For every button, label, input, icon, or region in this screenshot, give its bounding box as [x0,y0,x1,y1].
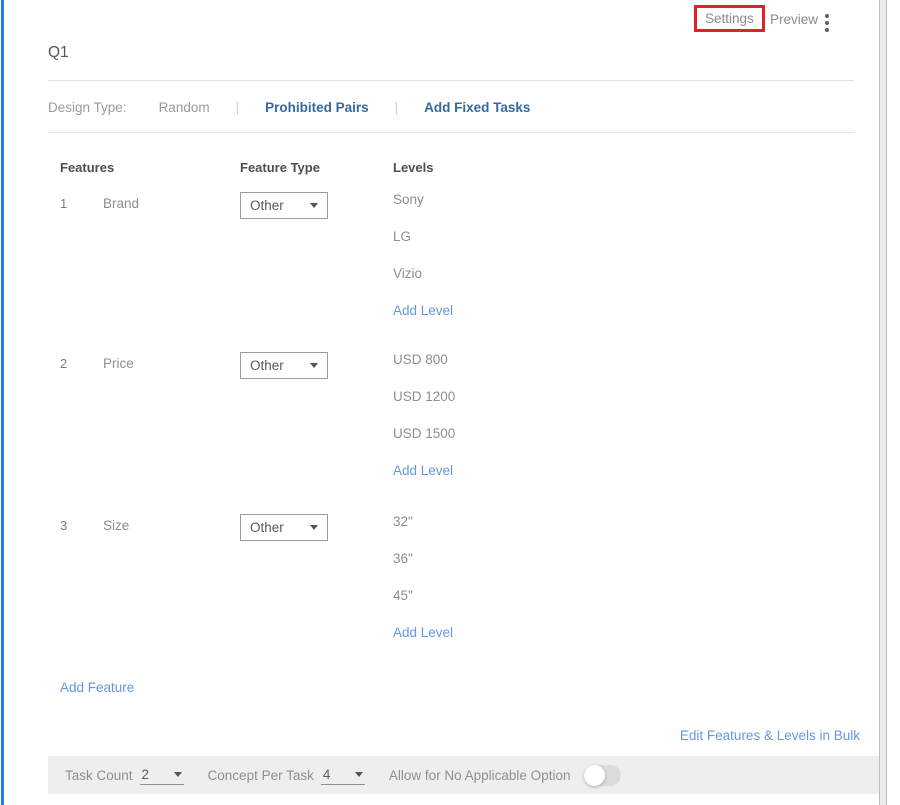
conjoint-question-editor: Settings Preview Q1 Design Type: Random … [0,0,900,805]
task-count-dropdown[interactable]: 2 [140,765,184,785]
level-value[interactable]: 45" [393,588,453,611]
feature-number: 3 [60,518,67,533]
feature-name-size[interactable]: Size [103,518,129,533]
level-value[interactable]: 36" [393,551,453,574]
no-applicable-option-label: Allow for No Applicable Option [389,768,571,783]
divider-line [48,132,854,133]
feature-name-price[interactable]: Price [103,356,134,371]
design-type-label: Design Type: [48,100,127,115]
kebab-dot [825,14,829,18]
option-divider: | [395,100,399,115]
add-feature-link[interactable]: Add Feature [60,680,134,695]
add-level-link[interactable]: Add Level [393,463,455,486]
no-applicable-option-toggle[interactable] [584,765,621,786]
question-title[interactable]: Q1 [48,44,69,62]
add-level-link[interactable]: Add Level [393,625,453,648]
task-settings-bar: Task Count 2 Concept Per Task 4 Allow fo… [48,756,879,794]
design-option-add-fixed-tasks[interactable]: Add Fixed Tasks [424,100,530,115]
concept-per-task-label: Concept Per Task [208,768,314,783]
feature-type-column-header: Feature Type [240,160,320,175]
dropdown-arrow-icon [355,772,363,777]
levels-list: Sony LG Vizio Add Level [393,192,453,340]
concept-per-task-value: 4 [323,767,331,782]
levels-column-header: Levels [393,160,433,175]
feature-type-dropdown[interactable]: Other [240,352,328,379]
concept-per-task-dropdown[interactable]: 4 [321,765,365,785]
level-value[interactable]: USD 1200 [393,389,455,412]
levels-list: 32" 36" 45" Add Level [393,514,453,662]
dropdown-arrow-icon [310,203,318,208]
dropdown-value: Other [250,520,284,535]
levels-list: USD 800 USD 1200 USD 1500 Add Level [393,352,455,500]
feature-number: 2 [60,356,67,371]
features-column-header: Features [60,160,114,175]
kebab-dot [825,28,829,32]
dropdown-value: Other [250,358,284,373]
option-divider: | [236,100,240,115]
feature-number: 1 [60,196,67,211]
level-value[interactable]: Vizio [393,266,453,289]
kebab-menu-icon[interactable] [823,12,831,34]
kebab-dot [825,21,829,25]
dropdown-value: Other [250,198,284,213]
feature-type-dropdown[interactable]: Other [240,514,328,541]
design-option-prohibited-pairs[interactable]: Prohibited Pairs [265,100,369,115]
task-count-label: Task Count [65,768,133,783]
level-value[interactable]: 32" [393,514,453,537]
level-value[interactable]: USD 1500 [393,426,455,449]
annotation-highlight-box: Settings [694,5,765,32]
dropdown-arrow-icon [174,772,182,777]
task-count-value: 2 [142,767,150,782]
design-type-row: Design Type: Random | Prohibited Pairs |… [48,100,530,115]
bulk-edit-link[interactable]: Edit Features & Levels in Bulk [680,728,860,743]
add-level-link[interactable]: Add Level [393,303,453,326]
dropdown-arrow-icon [310,363,318,368]
settings-button[interactable]: Settings [705,11,754,26]
feature-name-brand[interactable]: Brand [103,196,139,211]
preview-button[interactable]: Preview [770,12,818,27]
level-value[interactable]: USD 800 [393,352,455,375]
dropdown-arrow-icon [310,525,318,530]
design-option-random[interactable]: Random [159,100,210,115]
divider-line [48,80,854,81]
toggle-knob [584,765,605,786]
feature-type-dropdown[interactable]: Other [240,192,328,219]
level-value[interactable]: Sony [393,192,453,215]
vertical-scrollbar[interactable] [879,0,887,805]
selected-question-indicator [1,0,4,805]
level-value[interactable]: LG [393,229,453,252]
